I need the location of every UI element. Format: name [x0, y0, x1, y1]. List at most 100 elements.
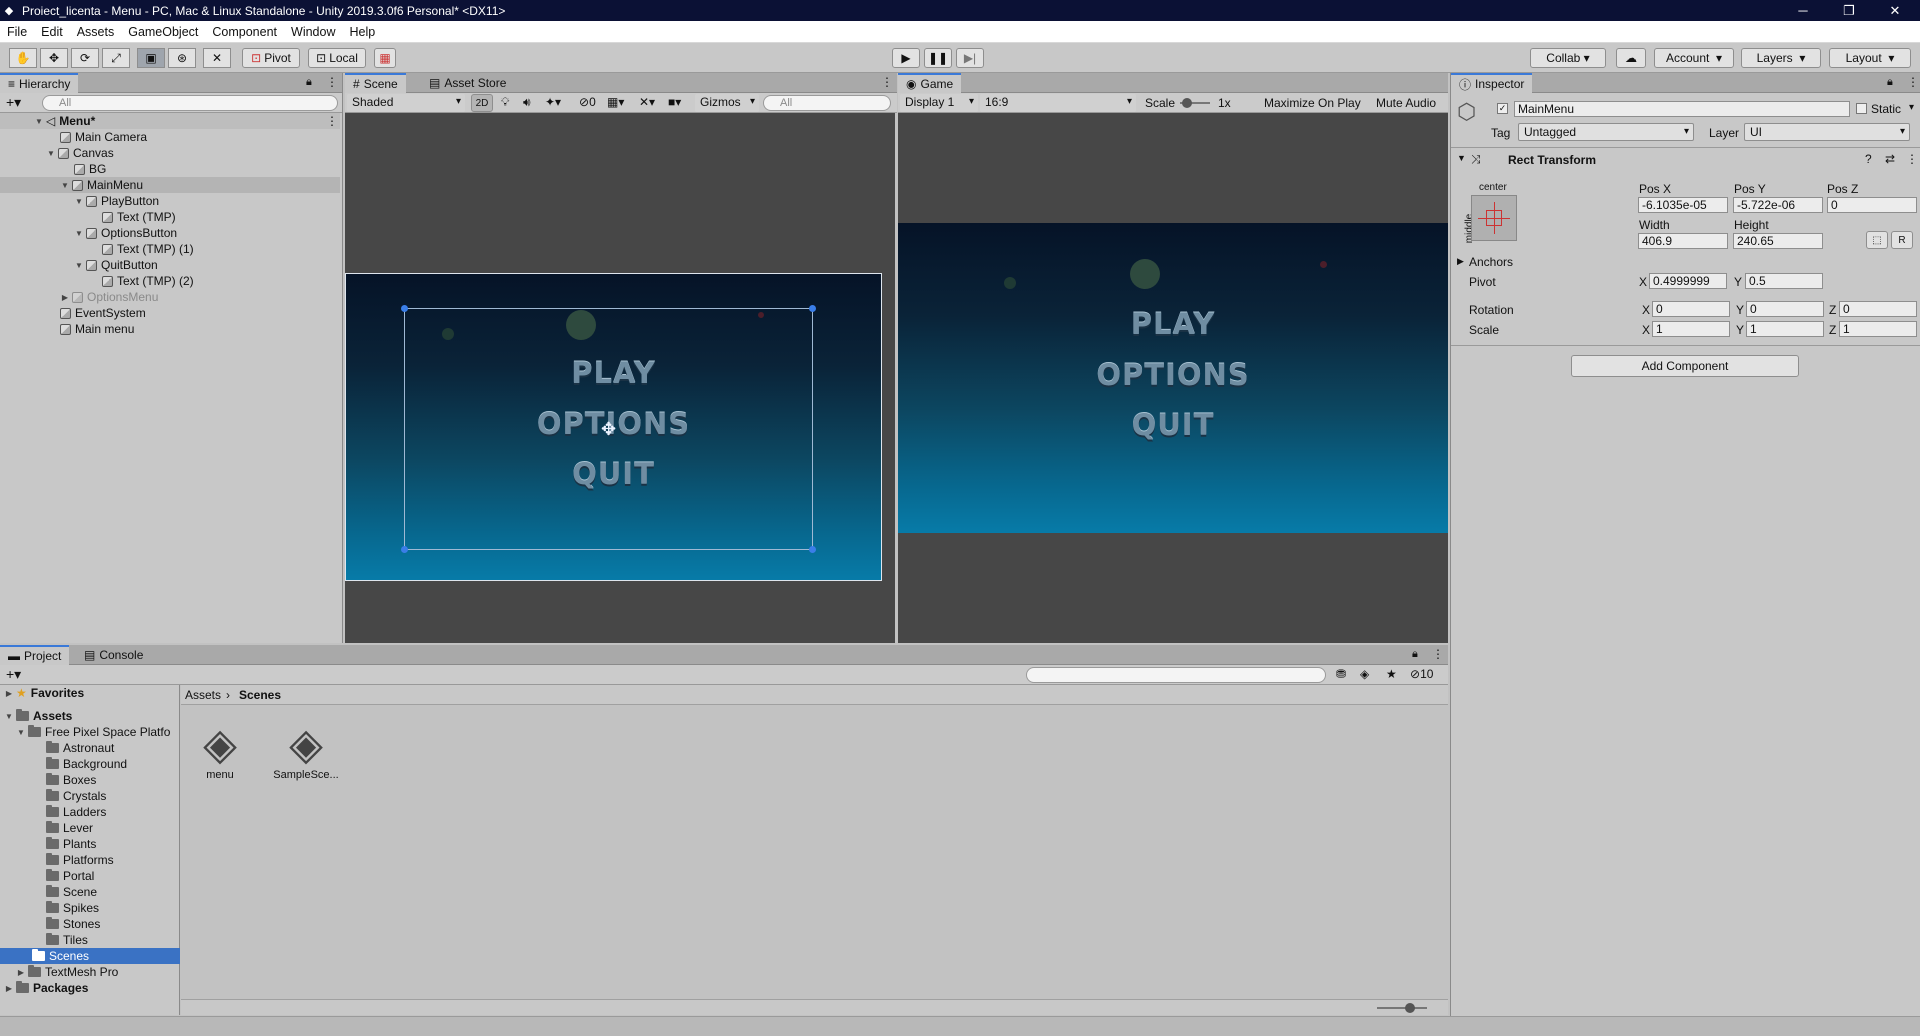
expand-arrow-icon[interactable]: ▼ — [74, 261, 84, 270]
account-dropdown[interactable]: Account ▾ — [1654, 48, 1734, 68]
folder-row[interactable]: Ladders — [0, 804, 180, 820]
hierarchy-item[interactable]: EventSystem — [0, 305, 340, 321]
hierarchy-item[interactable]: ▼ Canvas — [0, 145, 340, 161]
folder-row[interactable]: Background — [0, 756, 180, 772]
minimize-icon[interactable]: ─ — [1780, 0, 1826, 21]
expand-arrow-icon[interactable]: ▼ — [74, 229, 84, 238]
scene-search-input[interactable]: All — [763, 95, 891, 111]
component-menu-icon[interactable]: ⋮ — [1906, 152, 1918, 166]
scale-slider-thumb[interactable] — [1182, 98, 1192, 108]
tab-scene[interactable]: # Scene — [345, 73, 406, 93]
folder-row[interactable]: Scene — [0, 884, 180, 900]
scene-view[interactable]: PLAY OPTIONS QUIT ✥ — [345, 113, 895, 643]
rot-z-field[interactable]: 0 — [1839, 301, 1917, 317]
folder-row[interactable]: Plants — [0, 836, 180, 852]
panel-menu-icon[interactable]: ⋮ — [881, 75, 893, 89]
hierarchy-item[interactable]: Main Camera — [0, 129, 340, 145]
transform-tool-icon[interactable]: ⊛ — [168, 48, 196, 68]
pause-button[interactable]: ❚❚ — [924, 48, 952, 68]
folder-row[interactable]: Portal — [0, 868, 180, 884]
lighting-icon[interactable]: 💡︎ — [501, 95, 509, 110]
static-checkbox[interactable] — [1856, 103, 1867, 114]
panel-menu-icon[interactable]: ⋮ — [1432, 647, 1444, 661]
lock-icon[interactable]: 🔒︎ — [1887, 76, 1893, 89]
active-checkbox[interactable]: ✓ — [1497, 103, 1508, 114]
menu-file[interactable]: File — [0, 25, 34, 39]
expand-arrow-icon[interactable]: ▼ — [60, 181, 70, 190]
collapse-arrow-icon[interactable]: ▶ — [60, 293, 70, 302]
restore-icon[interactable]: ❐ — [1826, 0, 1872, 21]
height-field[interactable]: 240.65 — [1733, 233, 1823, 249]
pos-y-field[interactable]: -5.722e-06 — [1733, 197, 1823, 213]
pivot-x-field[interactable]: 0.4999999 — [1649, 273, 1727, 289]
raw-edit-button[interactable]: R — [1891, 231, 1913, 249]
grid-toggle-icon[interactable]: ▦▾ — [607, 95, 624, 109]
tag-dropdown[interactable]: Untagged — [1518, 123, 1694, 141]
menu-edit[interactable]: Edit — [34, 25, 70, 39]
rot-x-field[interactable]: 0 — [1652, 301, 1730, 317]
hierarchy-item[interactable]: ▼ OptionsButton — [0, 225, 340, 241]
panel-menu-icon[interactable]: ⋮ — [1907, 75, 1919, 89]
lock-icon[interactable]: 🔒︎ — [1412, 648, 1418, 661]
scene-asset-sample[interactable]: ◈ SampleSce... — [271, 721, 341, 782]
packages-row[interactable]: ▶ Packages — [0, 980, 180, 996]
folder-row-selected[interactable]: Scenes — [0, 948, 180, 964]
create-add-icon[interactable]: +▾ — [6, 666, 21, 683]
favorites-row[interactable]: ▶ ★ Favorites — [0, 685, 180, 701]
layout-dropdown[interactable]: Layout ▾ — [1829, 48, 1911, 68]
folder-row[interactable]: Platforms — [0, 852, 180, 868]
folder-row[interactable]: Boxes — [0, 772, 180, 788]
aspect-dropdown[interactable]: 16:9 — [980, 94, 1136, 112]
collapse-arrow-icon[interactable]: ▶ — [4, 689, 14, 698]
close-icon[interactable]: ✕ — [1872, 0, 1918, 21]
add-component-button[interactable]: Add Component — [1571, 355, 1799, 377]
hierarchy-item[interactable]: Text (TMP) (1) — [0, 241, 340, 257]
icon-size-slider-thumb[interactable] — [1405, 1003, 1415, 1013]
folder-row[interactable]: Lever — [0, 820, 180, 836]
expand-arrow-icon[interactable]: ▼ — [16, 728, 26, 737]
rect-handle[interactable] — [401, 546, 408, 553]
tools-icon[interactable]: ✕▾ — [639, 95, 655, 109]
hierarchy-item[interactable]: ▼ QuitButton — [0, 257, 340, 273]
scale-y-field[interactable]: 1 — [1746, 321, 1824, 337]
pivot-handle-icon[interactable]: ✥ — [601, 419, 616, 440]
hierarchy-search-input[interactable]: All — [42, 95, 338, 111]
scale-tool-icon[interactable]: ⤢ — [102, 48, 130, 68]
menu-window[interactable]: Window — [284, 25, 342, 39]
expand-arrow-icon[interactable]: ▶ — [1457, 256, 1464, 267]
2d-toggle[interactable]: 2D — [471, 94, 493, 112]
custom-tool-icon[interactable]: ✕ — [203, 48, 231, 68]
tab-game[interactable]: ◉ Game — [898, 73, 962, 93]
step-button[interactable]: ▶| — [956, 48, 984, 68]
pivot-toggle[interactable]: ⊡ Pivot — [242, 48, 300, 68]
menu-component[interactable]: Component — [205, 25, 284, 39]
scale-z-field[interactable]: 1 — [1839, 321, 1917, 337]
tab-hierarchy[interactable]: ≡ Hierarchy — [0, 73, 79, 93]
rect-transform-header[interactable]: ▼ ⤨ Rect Transform ? ⇄ ⋮ — [1451, 151, 1920, 169]
breadcrumb-scenes[interactable]: Scenes — [239, 688, 281, 702]
hierarchy-item[interactable]: Main menu — [0, 321, 340, 337]
rect-selection-box[interactable]: ✥ — [401, 305, 816, 553]
static-dropdown-icon[interactable]: ▾ — [1909, 102, 1914, 113]
tab-console[interactable]: ▤ Console — [76, 645, 151, 665]
folder-row[interactable]: Tiles — [0, 932, 180, 948]
help-icon[interactable]: ? — [1865, 152, 1872, 166]
folder-row[interactable]: ▶ TextMesh Pro — [0, 964, 180, 980]
audio-icon[interactable]: 🔊︎ — [523, 95, 531, 110]
scene-asset-menu[interactable]: ◈ menu — [195, 721, 245, 782]
rot-y-field[interactable]: 0 — [1746, 301, 1824, 317]
rect-handle[interactable] — [809, 546, 816, 553]
expand-arrow-icon[interactable]: ▼ — [74, 197, 84, 206]
collapse-arrow-icon[interactable]: ▼ — [1457, 153, 1466, 163]
create-add-icon[interactable]: +▾ — [6, 94, 21, 111]
hidden-packages-icon[interactable]: ⊘10 — [1410, 667, 1433, 681]
pivot-y-field[interactable]: 0.5 — [1745, 273, 1823, 289]
camera-icon[interactable]: ■▾ — [668, 95, 681, 109]
blueprint-mode-button[interactable]: ⬚ — [1866, 231, 1888, 249]
collapse-arrow-icon[interactable]: ▶ — [4, 984, 14, 993]
expand-arrow-icon[interactable]: ▼ — [34, 117, 44, 126]
project-search-input[interactable] — [1026, 667, 1326, 683]
favorite-star-icon[interactable]: ★ — [1386, 667, 1397, 681]
folder-row[interactable]: Stones — [0, 916, 180, 932]
effects-icon[interactable]: ✦▾ — [545, 95, 561, 109]
